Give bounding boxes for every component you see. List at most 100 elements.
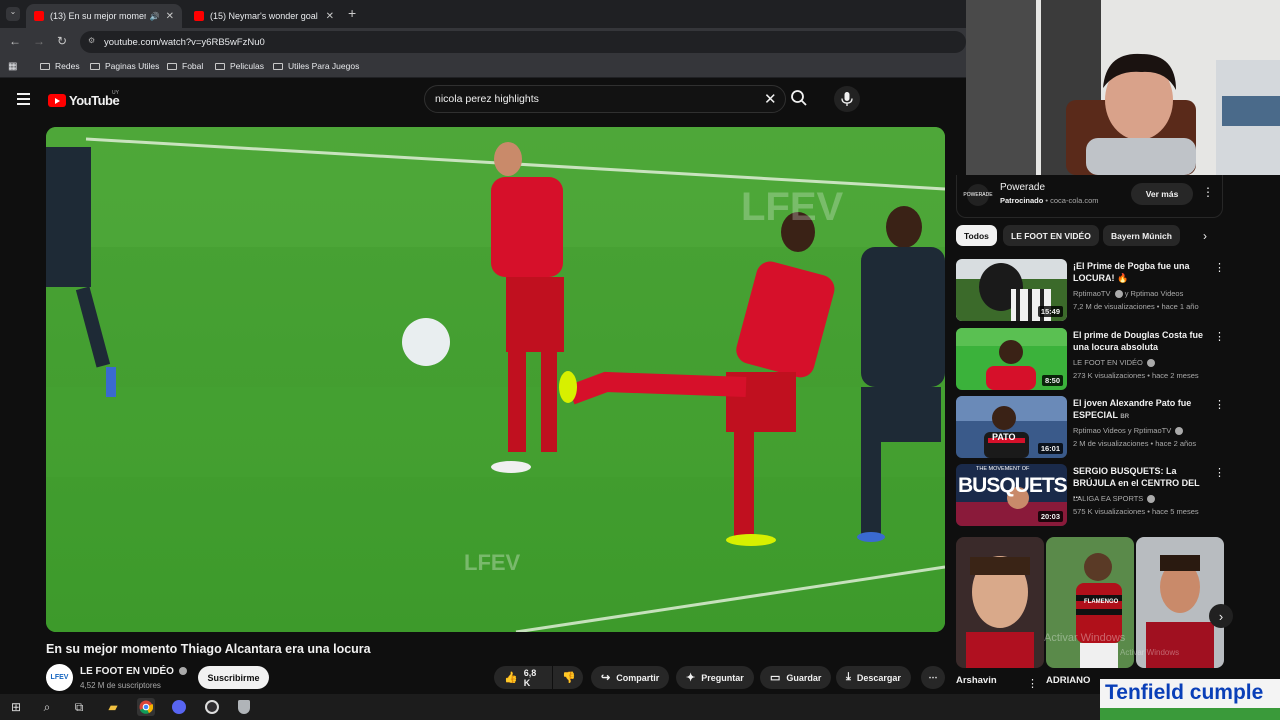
tab-active[interactable]: (13) En su mejor momento 🔊 ✕ bbox=[26, 4, 182, 28]
more-vertical-icon[interactable]: ⋮ bbox=[1202, 185, 1214, 199]
more-vertical-icon[interactable]: ⋮ bbox=[1214, 330, 1225, 343]
like-button[interactable]: 👍 6,8 K bbox=[494, 666, 552, 689]
bookmark-label: Paginas Utiles bbox=[105, 61, 160, 71]
rec-meta: 575 K visualizaciones • hace 5 meses bbox=[1073, 507, 1199, 516]
windows-start-icon[interactable]: ⊞ bbox=[7, 698, 25, 716]
shorts-next-button[interactable]: › bbox=[1209, 604, 1233, 628]
close-tab-icon[interactable]: ✕ bbox=[326, 11, 334, 22]
task-view-icon[interactable]: ⧉ bbox=[70, 698, 88, 716]
download-icon: ⤓ bbox=[846, 671, 851, 683]
youtube-logo[interactable]: YouTube UY bbox=[48, 90, 120, 108]
search-icon[interactable]: ⌕ bbox=[38, 698, 56, 716]
short-title: Arshavin bbox=[956, 675, 997, 686]
bookmark-folder[interactable]: Paginas Utiles bbox=[90, 61, 159, 71]
sponsored-label: Patrocinado bbox=[1000, 196, 1044, 205]
apps-grid-icon[interactable]: ▦ bbox=[8, 61, 17, 72]
rec-channel-extra: y Rptimao Videos bbox=[1124, 289, 1184, 298]
thumbs-up-icon: 👍 bbox=[504, 672, 518, 684]
clear-search-icon[interactable]: ✕ bbox=[764, 90, 777, 108]
short-title: ADRIANO bbox=[1046, 675, 1091, 686]
back-icon[interactable]: ← bbox=[9, 34, 21, 48]
broadcast-banner: Tenfield cumple bbox=[1100, 679, 1280, 720]
url-text: youtube.com/watch?v=y6RB5wFzNu0 bbox=[104, 36, 265, 48]
forward-icon[interactable]: → bbox=[33, 34, 45, 48]
search-value: nicola perez highlights bbox=[435, 93, 539, 105]
download-button[interactable]: ⤓ Descargar bbox=[836, 666, 911, 689]
ad-sponsored-line: Patrocinado • coca-cola.com bbox=[1000, 196, 1099, 205]
ask-label: Preguntar bbox=[701, 672, 744, 683]
url-field[interactable]: ⚙ youtube.com/watch?v=y6RB5wFzNu0 bbox=[80, 31, 966, 53]
file-explorer-icon[interactable]: ▰ bbox=[104, 698, 122, 716]
verified-icon bbox=[1146, 359, 1155, 368]
channel-name[interactable]: LE FOOT EN VIDÉO bbox=[80, 666, 187, 677]
more-vertical-icon[interactable]: ⋮ bbox=[1214, 398, 1225, 411]
ad-logo: POWERADE bbox=[963, 184, 993, 206]
chevron-right-icon[interactable]: › bbox=[1203, 229, 1207, 243]
webcam-image bbox=[966, 0, 1280, 175]
verified-icon bbox=[1147, 495, 1156, 504]
more-vertical-icon[interactable]: ⋮ bbox=[1027, 677, 1038, 690]
rec-channel-name: LALIGA EA SPORTS bbox=[1073, 494, 1144, 503]
voice-search-button[interactable] bbox=[834, 86, 860, 112]
menu-icon[interactable] bbox=[17, 93, 30, 105]
new-tab-icon[interactable]: + bbox=[348, 5, 356, 21]
sponsored-ad[interactable]: POWERADE Powerade Patrocinado • coca-col… bbox=[956, 175, 1223, 218]
more-actions-button[interactable]: ⋯ bbox=[921, 666, 945, 689]
discord-icon[interactable] bbox=[170, 698, 188, 716]
banner-field-strip bbox=[1100, 708, 1280, 720]
rec-title-text: El joven Alexandre Pato fue ESPECIAL bbox=[1073, 398, 1192, 420]
chip-bayern[interactable]: Bayern Múnich bbox=[1103, 225, 1180, 246]
bookmark-folder[interactable]: Redes bbox=[40, 61, 80, 71]
chip-all[interactable]: Todos bbox=[956, 225, 997, 246]
chip-channel[interactable]: LE FOOT EN VIDÉO bbox=[1003, 225, 1099, 246]
ad-domain: coca-cola.com bbox=[1050, 196, 1099, 205]
tab-inactive[interactable]: (15) Neymar's wonder goal ag ✕ bbox=[186, 4, 342, 28]
rec-title: El joven Alexandre Pato fue ESPECIAL BR bbox=[1073, 398, 1192, 420]
close-tab-icon[interactable]: ✕ bbox=[166, 11, 174, 22]
rec-channel-name: Rptimao Videos y RptimaoTV bbox=[1073, 426, 1172, 435]
more-vertical-icon[interactable]: ⋮ bbox=[1214, 261, 1225, 274]
short-item[interactable] bbox=[956, 537, 1044, 668]
video-player[interactable]: LFEV LFEV bbox=[46, 127, 945, 632]
obs-icon[interactable] bbox=[203, 698, 221, 716]
search-icon[interactable] bbox=[790, 89, 808, 107]
tab-search-button[interactable]: ⌄ bbox=[6, 7, 20, 21]
recommendation-item[interactable]: 15:49 ¡El Prime de Pogba fue una LOCURA!… bbox=[956, 259, 1225, 323]
bookmark-label: Fobal bbox=[182, 61, 204, 71]
reload-icon[interactable]: ↻ bbox=[57, 34, 67, 48]
folder-icon bbox=[215, 62, 225, 70]
duration-badge: 8:50 bbox=[1041, 375, 1063, 386]
recommendation-item[interactable]: PATO 16:01 El joven Alexandre Pato fue E… bbox=[956, 396, 1225, 460]
bookmark-folder[interactable]: Peliculas bbox=[215, 61, 264, 71]
recommendation-item[interactable]: 8:50 El prime de Douglas Costa fue una l… bbox=[956, 328, 1225, 392]
search-input[interactable]: nicola perez highlights bbox=[424, 85, 786, 113]
shield-icon[interactable] bbox=[235, 698, 253, 716]
ad-cta-button[interactable]: Ver más bbox=[1131, 183, 1193, 205]
ball bbox=[402, 318, 450, 366]
bookmark-label: Peliculas bbox=[230, 61, 265, 71]
rec-meta: 2 M de visualizaciones • hace 2 años bbox=[1073, 439, 1197, 448]
rec-age: hace 5 meses bbox=[1151, 507, 1199, 516]
subscribe-button[interactable]: Suscribirme bbox=[198, 666, 269, 689]
site-info-icon[interactable]: ⚙ bbox=[88, 36, 95, 45]
bookmark-label: Utiles Para Juegos bbox=[288, 61, 360, 71]
windows-taskbar: ⊞ ⌕ ⧉ ▰ bbox=[0, 694, 1100, 720]
chrome-icon[interactable] bbox=[137, 698, 155, 716]
chrome-logo bbox=[139, 700, 153, 714]
ad-name: Powerade bbox=[1000, 182, 1046, 193]
share-button[interactable]: ↪ Compartir bbox=[591, 666, 670, 689]
channel-name-text: LE FOOT EN VIDÉO bbox=[80, 666, 174, 677]
speaker-icon[interactable]: 🔊 bbox=[150, 12, 160, 21]
thumbnail-text-top: THE MOVEMENT OF bbox=[976, 466, 1030, 472]
ask-button[interactable]: ✦ Preguntar bbox=[676, 666, 754, 689]
dislike-button[interactable]: 👎 bbox=[553, 666, 583, 689]
recommendation-item[interactable]: THE MOVEMENT OF BUSQUETS 20:03 SERGIO BU… bbox=[956, 464, 1225, 528]
youtube-favicon-icon bbox=[34, 11, 44, 21]
more-vertical-icon[interactable]: ⋮ bbox=[1214, 466, 1225, 479]
channel-avatar[interactable]: LFEV bbox=[46, 664, 73, 691]
bookmark-folder[interactable]: Fobal bbox=[167, 61, 203, 71]
bookmark-folder[interactable]: Utiles Para Juegos bbox=[273, 61, 359, 71]
rec-channel: RptimaoTV y Rptimao Videos bbox=[1073, 289, 1184, 299]
rec-title: ¡El Prime de Pogba fue una LOCURA! 🔥 bbox=[1073, 261, 1190, 283]
save-button[interactable]: ▭ Guardar bbox=[760, 666, 832, 689]
